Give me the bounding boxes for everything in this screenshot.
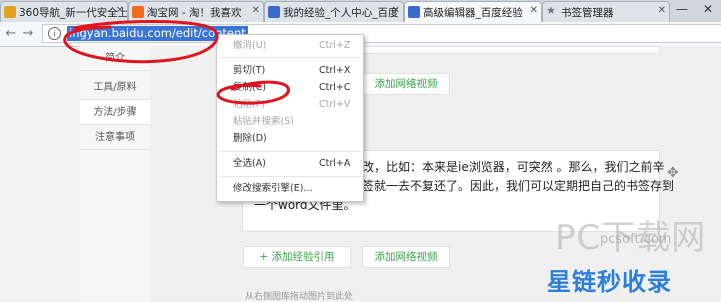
menu-item-label: 删除(D)	[233, 133, 267, 144]
close-icon[interactable]: ✕	[530, 5, 538, 16]
tab-title: 淘宝网 - 淘！我喜欢	[147, 7, 242, 19]
move-icon[interactable]: ✥	[667, 165, 679, 181]
menu-item-copy[interactable]: 复制(C) Ctrl+C	[217, 80, 363, 96]
menu-divider	[219, 151, 361, 152]
menu-item-label: 全选(A)	[233, 158, 266, 169]
menu-item-shortcut: Ctrl+C	[319, 82, 351, 93]
menu-item-label: 撤消(U)	[233, 40, 267, 51]
info-icon[interactable]: i	[48, 27, 61, 40]
menu-item-shortcut: Ctrl+V	[319, 99, 351, 110]
context-menu: 撤消(U) Ctrl+Z 剪切(T) Ctrl+X 复制(C) Ctrl+C 粘…	[216, 34, 364, 202]
tab-favicon-icon	[268, 6, 280, 18]
menu-item-label: 粘贴(P)	[233, 99, 266, 110]
menu-item-search-engine[interactable]: 修改搜索引擎(E)...	[217, 181, 363, 197]
menu-item-cut[interactable]: 剪切(T) Ctrl+X	[217, 63, 363, 79]
tab-favicon-icon	[132, 6, 144, 18]
tab-title: 高级编辑器_百度经验	[423, 7, 523, 19]
brand-watermark: 星链秒收录	[547, 268, 672, 296]
menu-divider	[219, 57, 361, 58]
close-icon[interactable]: ✕	[658, 5, 666, 16]
tab-strip: 360导航_新一代安全上网 ✕ 淘宝网 - 淘！我喜欢 ✕ 我的经验_个人中心_…	[0, 0, 721, 22]
menu-item-label: 修改搜索引擎(E)...	[233, 183, 313, 194]
add-video-button[interactable]: 添加网络视频	[362, 73, 450, 95]
menu-item-shortcut: Ctrl+A	[319, 158, 351, 169]
image-drop-hint: 从右侧图库拖动图片到此处	[245, 292, 354, 302]
sidebar-item-steps[interactable]: 方法/步骤	[80, 100, 150, 125]
tab-my-experience[interactable]: 我的经验_个人中心_百度 ✕	[264, 1, 404, 22]
menu-item-label: 剪切(T)	[233, 65, 266, 76]
tab-advanced-editor[interactable]: 高级编辑器_百度经验 ✕	[404, 1, 542, 22]
forward-arrow-icon[interactable]: →	[20, 25, 36, 43]
back-arrow-icon[interactable]: ←	[3, 25, 19, 43]
tab-favicon-icon	[4, 6, 16, 18]
menu-item-paste-search[interactable]: 粘贴并搜索(S)	[217, 114, 363, 130]
watermark-sub: pcsoft.com	[600, 232, 672, 247]
menu-item-delete[interactable]: 删除(D)	[217, 131, 363, 147]
add-video-button-2[interactable]: 添加网络视频	[362, 246, 450, 268]
menu-item-label: 粘贴并搜索(S)	[233, 116, 294, 127]
menu-item-shortcut: Ctrl+Z	[319, 40, 351, 51]
tab-title: 我的经验_个人中心_百度	[283, 7, 399, 19]
close-icon[interactable]: ✕	[252, 5, 260, 16]
tab-360[interactable]: 360导航_新一代安全上网 ✕	[0, 1, 128, 22]
url-input[interactable]: i ingyan.baidu.com/edit/content	[42, 24, 721, 43]
minimize-button[interactable]: —	[670, 0, 694, 20]
close-icon[interactable]: ✕	[116, 5, 124, 16]
menu-item-label: 复制(C)	[233, 82, 267, 93]
star-icon: ★	[546, 4, 556, 17]
sidebar-item-tools[interactable]: 工具/原料	[80, 75, 150, 100]
close-window-button[interactable]: ✕	[696, 0, 720, 20]
sidebar-item-notes[interactable]: 注意事项	[80, 125, 150, 150]
sidebar-item-intro[interactable]: 简介	[80, 46, 150, 71]
close-icon[interactable]: ✕	[392, 5, 400, 16]
add-quote-button[interactable]: + 添加经验引用	[243, 246, 351, 268]
tab-favicon-icon	[408, 6, 420, 18]
tab-title: 360导航_新一代安全上网	[19, 7, 128, 19]
step-sidebar: 简介 工具/原料 方法/步骤 注意事项	[80, 46, 151, 300]
menu-item-shortcut: Ctrl+X	[319, 65, 351, 76]
tab-title: 书签管理器	[561, 7, 614, 19]
menu-item-paste[interactable]: 粘贴(P) Ctrl+V	[217, 97, 363, 113]
tab-bookmark-manager[interactable]: ★ 书签管理器 ✕	[542, 1, 670, 22]
menu-item-undo[interactable]: 撤消(U) Ctrl+Z	[217, 38, 363, 54]
menu-item-select-all[interactable]: 全选(A) Ctrl+A	[217, 156, 363, 172]
tab-taobao[interactable]: 淘宝网 - 淘！我喜欢 ✕	[128, 1, 264, 22]
menu-divider	[219, 176, 361, 177]
